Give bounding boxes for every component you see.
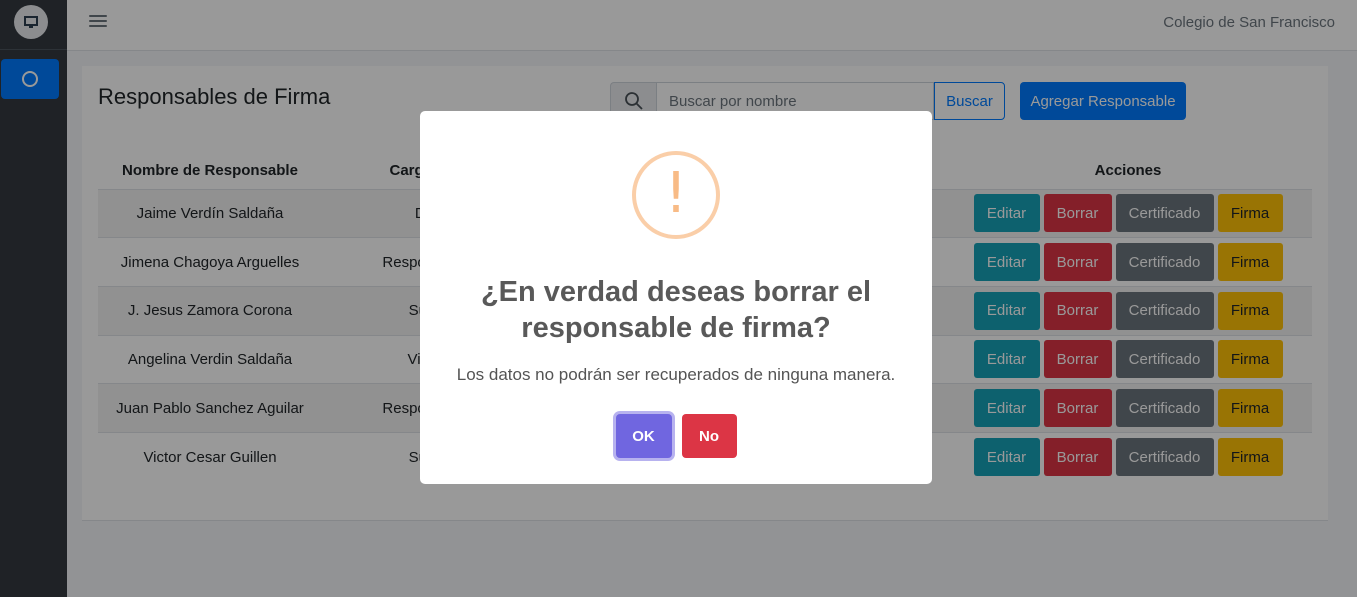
confirm-dialog: ! ¿En verdad deseas borrar el responsabl…: [420, 111, 932, 484]
dialog-actions: OK No: [420, 414, 932, 458]
cancel-button[interactable]: No: [681, 414, 737, 458]
dialog-text: Los datos no podrán ser recuperados de n…: [456, 365, 896, 384]
confirm-button[interactable]: OK: [615, 414, 672, 458]
dialog-title: ¿En verdad deseas borrar el responsable …: [480, 276, 872, 344]
warning-icon: !: [632, 151, 720, 239]
